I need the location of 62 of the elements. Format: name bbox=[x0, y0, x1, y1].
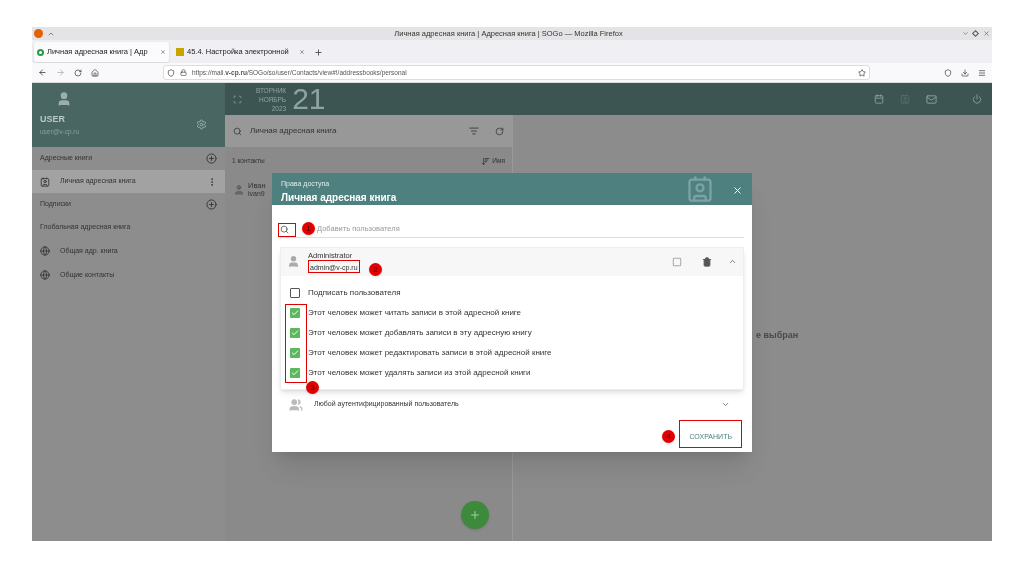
checkbox[interactable] bbox=[290, 367, 300, 378]
close-icon[interactable] bbox=[732, 185, 743, 196]
step-number: 1 bbox=[302, 222, 315, 235]
search-icon[interactable] bbox=[233, 126, 242, 136]
checkbox[interactable] bbox=[290, 327, 300, 338]
tab-favicon-icon bbox=[37, 48, 44, 56]
search-icon bbox=[280, 224, 289, 234]
sort-order-icon[interactable] bbox=[481, 156, 491, 166]
collapse-toggle[interactable] bbox=[728, 257, 737, 266]
checkbox[interactable] bbox=[290, 347, 300, 358]
refresh-icon[interactable] bbox=[495, 126, 504, 136]
user-avatar-icon bbox=[287, 255, 300, 268]
home-icon[interactable] bbox=[91, 68, 99, 77]
contact-avatar-icon bbox=[233, 184, 245, 196]
users-icon bbox=[288, 397, 304, 412]
close-icon[interactable] bbox=[983, 30, 990, 37]
menu-icon[interactable] bbox=[978, 68, 986, 77]
address-book-icon bbox=[40, 176, 50, 187]
settings-icon[interactable] bbox=[196, 119, 207, 131]
back-icon[interactable] bbox=[38, 68, 47, 77]
empty-message: е выбран bbox=[756, 330, 799, 340]
reload-icon[interactable] bbox=[74, 68, 82, 77]
forward-icon[interactable] bbox=[56, 68, 65, 77]
tab-close-icon[interactable] bbox=[299, 49, 305, 55]
calendar-icon[interactable] bbox=[874, 94, 884, 104]
permission-label: Этот человек может читать записи в этой адресной книге bbox=[308, 306, 522, 319]
checkbox[interactable] bbox=[290, 287, 300, 298]
select-all-icon[interactable] bbox=[672, 256, 682, 267]
tab-close-icon[interactable] bbox=[160, 49, 166, 55]
logout-icon[interactable] bbox=[972, 94, 982, 104]
plus-icon bbox=[469, 509, 481, 521]
add-icon[interactable] bbox=[206, 199, 217, 210]
bookmark-star-icon[interactable] bbox=[858, 68, 866, 77]
step-number: 3 bbox=[306, 381, 319, 394]
globe-icon bbox=[40, 270, 50, 280]
sort-icon[interactable] bbox=[469, 126, 479, 136]
globe-icon bbox=[40, 246, 50, 256]
highlight-frame bbox=[278, 223, 296, 237]
mail-icon[interactable] bbox=[926, 93, 937, 105]
permission-label: Этот человек может редактировать записи в этой адресной книге bbox=[308, 346, 552, 359]
minimize-icon[interactable] bbox=[962, 30, 969, 37]
lock-icon bbox=[180, 69, 187, 76]
expand-toggle[interactable] bbox=[721, 400, 730, 409]
delete-icon[interactable] bbox=[702, 256, 712, 267]
user-name: USER bbox=[40, 113, 66, 126]
fullscreen-icon[interactable] bbox=[233, 94, 242, 104]
checkbox[interactable] bbox=[290, 307, 300, 318]
dialog-title: Личная адресная книга bbox=[281, 190, 398, 205]
user-avatar-icon bbox=[56, 91, 72, 107]
firefox-logo-icon bbox=[34, 29, 43, 38]
list-title: Личная адресная книга bbox=[250, 125, 338, 137]
download-icon[interactable] bbox=[961, 68, 969, 77]
step-number: 4 bbox=[662, 430, 675, 443]
tab-favicon-icon bbox=[176, 48, 184, 56]
permission-label: Этот человек может удалять записи из этой адресной книги bbox=[308, 366, 531, 379]
permission-label: Подписать пользователя bbox=[308, 286, 401, 299]
day-number: 21 bbox=[292, 84, 326, 114]
add-icon[interactable] bbox=[206, 153, 217, 164]
shield-icon bbox=[167, 68, 175, 77]
permission-label: Этот человек может добавлять записи в эту адресную книгу bbox=[308, 326, 532, 339]
add-contact-button[interactable] bbox=[461, 501, 489, 529]
new-tab-icon[interactable] bbox=[314, 48, 323, 57]
